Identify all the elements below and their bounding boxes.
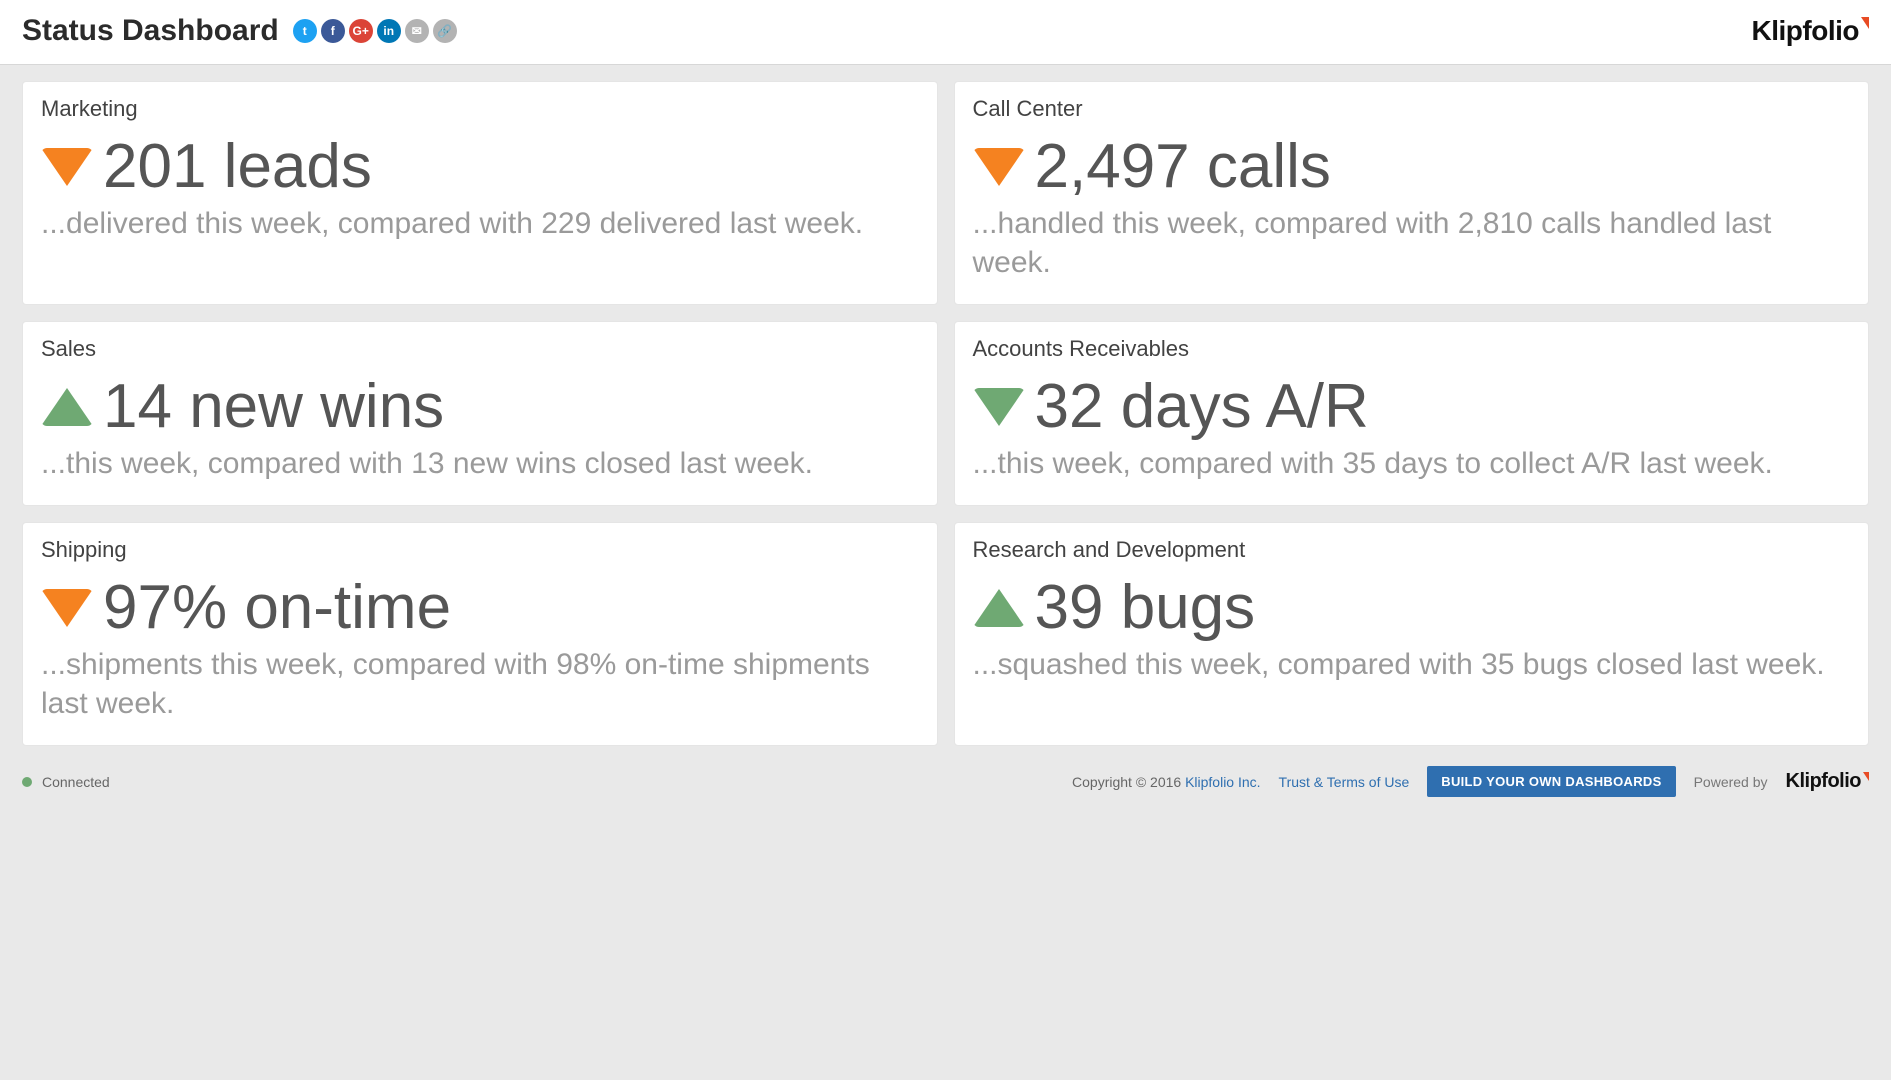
trend-down-icon bbox=[41, 589, 93, 627]
metric-value: 2,497 calls bbox=[1035, 136, 1331, 198]
card-research-development: Research and Development 39 bugs ...squa… bbox=[954, 522, 1870, 746]
metric-subtext: ...this week, compared with 35 days to c… bbox=[973, 444, 1851, 483]
card-marketing: Marketing 201 leads ...delivered this we… bbox=[22, 81, 938, 305]
linkedin-icon[interactable]: in bbox=[377, 19, 401, 43]
org-link[interactable]: Klipfolio Inc. bbox=[1185, 774, 1260, 790]
metric-subtext: ...shipments this week, compared with 98… bbox=[41, 645, 919, 723]
facebook-icon[interactable]: f bbox=[321, 19, 345, 43]
metric-value: 97% on-time bbox=[103, 577, 451, 639]
metric-subtext: ...squashed this week, compared with 35 … bbox=[973, 645, 1851, 684]
card-shipping: Shipping 97% on-time ...shipments this w… bbox=[22, 522, 938, 746]
metric-row: 39 bugs bbox=[973, 577, 1851, 639]
card-title: Research and Development bbox=[973, 537, 1851, 563]
trend-down-icon bbox=[973, 148, 1025, 186]
brand-accent-icon bbox=[1863, 772, 1869, 781]
twitter-icon[interactable]: t bbox=[293, 19, 317, 43]
trend-down-icon bbox=[973, 388, 1025, 426]
dashboard-grid: Marketing 201 leads ...delivered this we… bbox=[0, 65, 1891, 756]
build-dashboards-button[interactable]: BUILD YOUR OWN DASHBOARDS bbox=[1427, 766, 1675, 797]
brand-text: Klipfolio bbox=[1786, 770, 1861, 793]
metric-row: 14 new wins bbox=[41, 376, 919, 438]
brand-accent-icon bbox=[1861, 17, 1869, 29]
metric-subtext: ...this week, compared with 13 new wins … bbox=[41, 444, 919, 483]
copyright-prefix: Copyright © 2016 bbox=[1072, 774, 1185, 790]
card-sales: Sales 14 new wins ...this week, compared… bbox=[22, 321, 938, 506]
trend-down-icon bbox=[41, 148, 93, 186]
card-title: Accounts Receivables bbox=[973, 336, 1851, 362]
status-text: Connected bbox=[42, 774, 110, 790]
card-title: Marketing bbox=[41, 96, 919, 122]
header-left: Status Dashboard t f G+ in ✉ 🔗 bbox=[22, 14, 457, 48]
metric-row: 2,497 calls bbox=[973, 136, 1851, 198]
share-icon-row: t f G+ in ✉ 🔗 bbox=[293, 19, 457, 43]
trend-up-icon bbox=[41, 388, 93, 426]
page-title: Status Dashboard bbox=[22, 14, 279, 48]
email-icon[interactable]: ✉ bbox=[405, 19, 429, 43]
card-title: Sales bbox=[41, 336, 919, 362]
footer-bar: Connected Copyright © 2016 Klipfolio Inc… bbox=[0, 756, 1891, 815]
card-accounts-receivables: Accounts Receivables 32 days A/R ...this… bbox=[954, 321, 1870, 506]
card-call-center: Call Center 2,497 calls ...handled this … bbox=[954, 81, 1870, 305]
metric-value: 14 new wins bbox=[103, 376, 444, 438]
metric-row: 32 days A/R bbox=[973, 376, 1851, 438]
brand-text: Klipfolio bbox=[1752, 15, 1859, 47]
card-title: Call Center bbox=[973, 96, 1851, 122]
metric-row: 97% on-time bbox=[41, 577, 919, 639]
powered-by-text: Powered by bbox=[1694, 774, 1768, 790]
copyright-text: Copyright © 2016 Klipfolio Inc. bbox=[1072, 774, 1261, 790]
header-bar: Status Dashboard t f G+ in ✉ 🔗 Klipfolio bbox=[0, 0, 1891, 65]
terms-link[interactable]: Trust & Terms of Use bbox=[1279, 774, 1410, 790]
brand-logo: Klipfolio bbox=[1752, 15, 1869, 47]
connection-status: Connected bbox=[22, 774, 110, 790]
metric-subtext: ...delivered this week, compared with 22… bbox=[41, 204, 919, 243]
metric-value: 32 days A/R bbox=[1035, 376, 1369, 438]
googleplus-icon[interactable]: G+ bbox=[349, 19, 373, 43]
card-title: Shipping bbox=[41, 537, 919, 563]
metric-subtext: ...handled this week, compared with 2,81… bbox=[973, 204, 1851, 282]
status-dot-icon bbox=[22, 777, 32, 787]
footer-brand-logo: Klipfolio bbox=[1786, 770, 1869, 793]
footer-right: Copyright © 2016 Klipfolio Inc. Trust & … bbox=[1072, 766, 1869, 797]
metric-value: 39 bugs bbox=[1035, 577, 1256, 639]
copy-link-icon[interactable]: 🔗 bbox=[433, 19, 457, 43]
metric-value: 201 leads bbox=[103, 136, 372, 198]
metric-row: 201 leads bbox=[41, 136, 919, 198]
trend-up-icon bbox=[973, 589, 1025, 627]
